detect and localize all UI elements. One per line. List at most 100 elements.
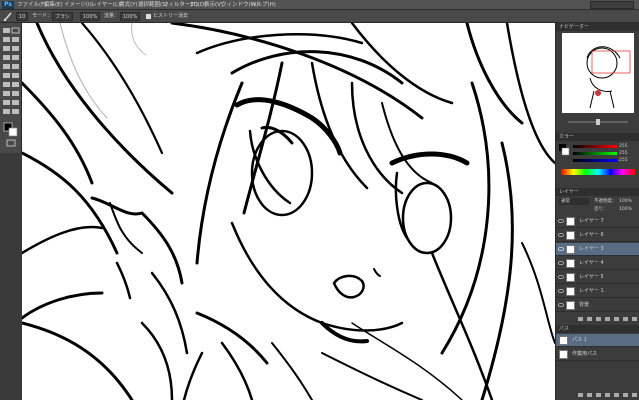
navigator-panel: ナビゲーター: [555, 23, 639, 133]
layer-thumbnail: [566, 287, 575, 296]
navigator-tab[interactable]: ナビゲーター: [556, 23, 639, 31]
type-tool-icon: [12, 91, 19, 96]
menu-type[interactable]: 書式(Y): [119, 1, 138, 9]
brush-tool-icon[interactable]: [3, 12, 13, 21]
line-art-drawing: [22, 23, 555, 400]
layer-name: レイヤー 3: [579, 246, 604, 252]
layer-thumbnail: [566, 217, 575, 226]
magic-wand-tool-icon: [12, 37, 19, 42]
search-input[interactable]: [590, 1, 634, 9]
lasso-tool-icon: [3, 37, 10, 42]
navigator-view-box: [591, 50, 631, 74]
menu-layer[interactable]: レイヤー(L): [91, 1, 120, 9]
layer-row[interactable]: レイヤー 1: [556, 285, 639, 298]
delete-path-icon: [632, 393, 637, 397]
visibility-eye-icon[interactable]: [558, 288, 564, 294]
visibility-eye-icon[interactable]: [558, 302, 564, 308]
erase-history-checkbox[interactable]: [146, 14, 151, 19]
move-tool-icon: [3, 28, 10, 33]
blend-mode-select[interactable]: 通常: [559, 198, 589, 205]
history-brush-tool-icon: [12, 64, 19, 69]
visibility-eye-icon[interactable]: [558, 274, 564, 280]
color-sliders[interactable]: [559, 143, 637, 185]
new-path-icon: [623, 393, 628, 397]
adjustment-layer-icon: [605, 317, 610, 321]
zoom-slider[interactable]: [560, 118, 636, 127]
mode-select[interactable]: ブラシ: [52, 12, 73, 21]
delete-layer-icon: [632, 317, 637, 321]
zoom-tool-icon: [12, 109, 19, 114]
layer-opacity-field[interactable]: 100%: [619, 198, 632, 205]
mode-label: モード：: [32, 13, 53, 19]
layer-row[interactable]: レイヤー 7: [556, 215, 639, 228]
layer-fill-field[interactable]: 100%: [619, 206, 632, 213]
layer-name: レイヤー 1: [579, 288, 604, 294]
eraser-tool-icon: [3, 73, 10, 78]
layer-name: レイヤー 5: [579, 274, 604, 280]
pen-tool-icon: [3, 91, 10, 96]
menu-bar: Ps ファイル(F) 編集(E) イメージ(I) レイヤー(L) 書式(Y) 選…: [0, 0, 639, 10]
crop-tool-icon: [3, 46, 10, 51]
path-name: パス 1: [572, 337, 587, 343]
layers-panel: レイヤー 通常 不透明度： 100% 塗り： 100% レイヤー 7 レイヤー …: [555, 188, 639, 325]
add-mask-icon: [614, 393, 619, 397]
path-row[interactable]: 作業用パス: [556, 348, 639, 361]
hand-tool-icon: [3, 109, 10, 114]
menu-image[interactable]: イメージ(I): [64, 1, 92, 9]
erase-history-label: ヒストリー消去: [153, 13, 189, 19]
options-bar: 10 モード： ブラシ 100% 流量： 100% ヒストリー消去: [0, 10, 639, 23]
make-work-path-icon: [605, 393, 610, 397]
path-thumbnail: [559, 350, 568, 359]
path-thumbnail: [559, 336, 568, 345]
opacity-field[interactable]: 100%: [80, 12, 101, 21]
color-tab[interactable]: カラー: [556, 133, 639, 141]
layer-row[interactable]: レイヤー 6: [556, 229, 639, 242]
brush-tool-icon: [12, 55, 19, 60]
shape-tool-icon: [12, 100, 19, 105]
new-group-icon: [614, 317, 619, 321]
layer-thumbnail: [566, 301, 575, 310]
healing-brush-tool-icon: [3, 55, 10, 60]
layer-row-selected[interactable]: レイヤー 3: [556, 243, 639, 256]
marquee-tool-icon: [11, 27, 20, 34]
menu-file[interactable]: ファイル(F): [17, 1, 46, 9]
gradient-tool-icon: [12, 73, 19, 78]
visibility-eye-icon[interactable]: [558, 218, 564, 224]
layer-row[interactable]: レイヤー 4: [556, 257, 639, 270]
visibility-eye-icon[interactable]: [558, 246, 564, 252]
visibility-eye-icon[interactable]: [558, 232, 564, 238]
layer-row[interactable]: レイヤー 5: [556, 271, 639, 284]
paths-tab[interactable]: パス: [556, 325, 639, 333]
layer-fill-label: 塗り：: [594, 207, 608, 212]
path-row-selected[interactable]: パス 1: [556, 334, 639, 347]
stamp-tool-icon: [3, 64, 10, 69]
layer-thumbnail: [566, 273, 575, 282]
layer-thumbnail: [566, 259, 575, 268]
link-layers-icon: [578, 317, 583, 321]
background-color-swatch: [8, 127, 18, 137]
layer-style-icon: [587, 317, 592, 321]
layer-name: レイヤー 7: [579, 218, 604, 224]
fill-path-icon: [578, 393, 583, 397]
layers-tab[interactable]: レイヤー: [556, 188, 639, 196]
menu-help[interactable]: ヘルプ(H): [251, 1, 276, 9]
path-select-tool-icon: [3, 100, 10, 105]
flow-field[interactable]: 100%: [120, 12, 141, 21]
color-r-value[interactable]: 255: [619, 144, 628, 149]
tool-panel: [0, 23, 22, 153]
color-panel: カラー 255 255 255: [555, 133, 639, 188]
blur-tool-icon: [3, 82, 10, 87]
brush-size-field[interactable]: 10: [16, 12, 29, 21]
color-g-value[interactable]: 255: [619, 151, 628, 156]
visibility-eye-icon[interactable]: [558, 260, 564, 266]
menu-edit[interactable]: 編集(E): [44, 1, 63, 9]
layer-name: 背景: [579, 302, 590, 308]
layer-row[interactable]: 背景: [556, 299, 639, 312]
layer-name: レイヤー 4: [579, 260, 604, 266]
new-layer-icon: [623, 317, 628, 321]
layer-name: レイヤー 6: [579, 232, 604, 238]
navigator-thumbnail[interactable]: [562, 33, 634, 113]
document-canvas[interactable]: [22, 23, 555, 400]
layer-opacity-label: 不透明度：: [594, 199, 617, 204]
color-b-value[interactable]: 255: [619, 158, 628, 163]
